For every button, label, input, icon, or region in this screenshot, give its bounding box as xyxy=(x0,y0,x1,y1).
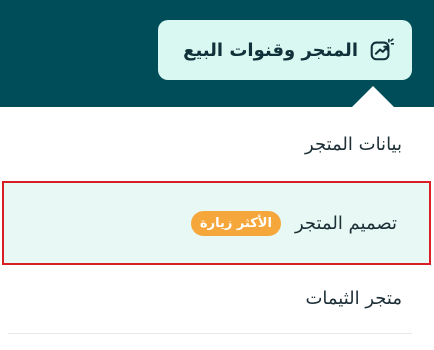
store-trend-icon xyxy=(370,38,394,61)
store-menu-screen: المتجر وقنوات البيع بيانات المتجر تصميم … xyxy=(0,0,434,350)
most-visited-badge: الأكثر زيارة xyxy=(190,210,281,236)
dropdown-caret xyxy=(351,86,395,108)
menu-item-store-design[interactable]: تصميم المتجر الأكثر زيارة xyxy=(2,181,431,265)
menu-item-label: متجر الثيمات xyxy=(305,287,402,309)
menu-item-themes-store[interactable]: متجر الثيمات xyxy=(0,265,434,331)
menu-item-label: بيانات المتجر xyxy=(305,133,402,155)
store-and-sales-channels-label: المتجر وقنوات البيع xyxy=(183,39,358,61)
store-and-sales-channels-button[interactable]: المتجر وقنوات البيع xyxy=(158,20,412,80)
menu-item-store-data[interactable]: بيانات المتجر xyxy=(0,111,434,177)
menu-divider xyxy=(8,333,412,334)
menu-item-label: تصميم المتجر xyxy=(294,212,397,234)
top-header-bar: المتجر وقنوات البيع xyxy=(0,0,434,108)
